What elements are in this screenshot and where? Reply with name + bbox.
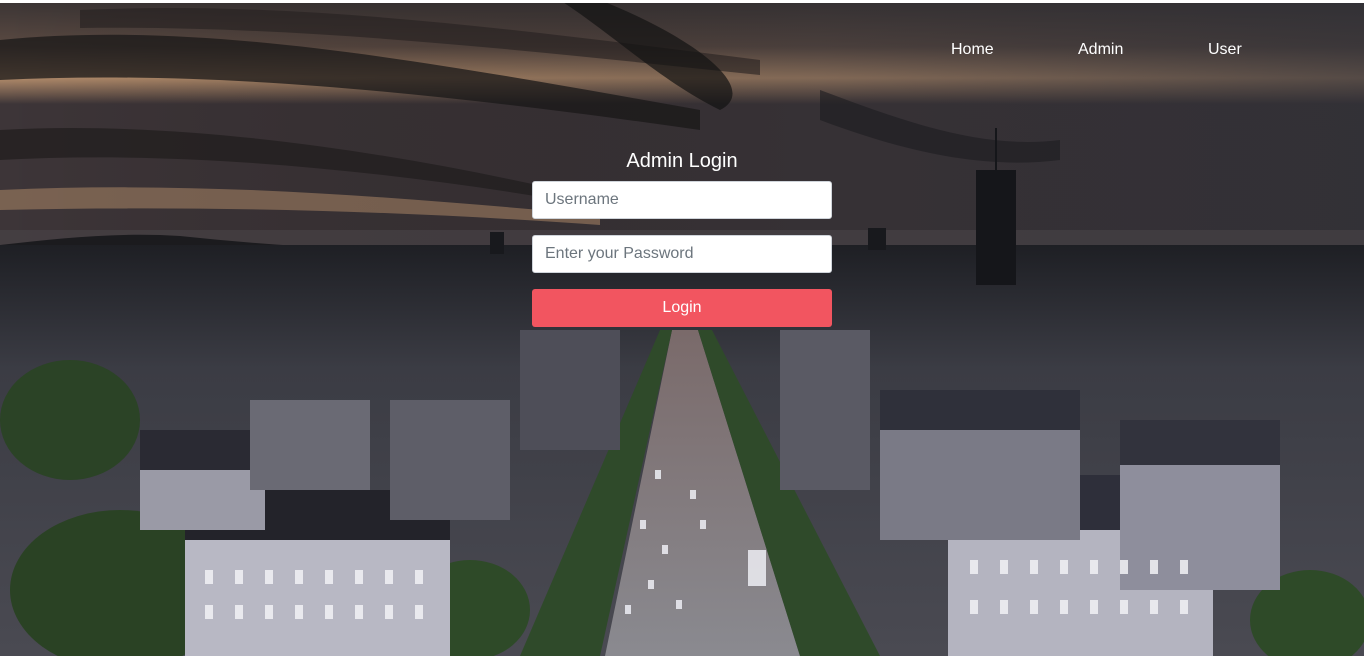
top-border	[0, 0, 1364, 3]
city-background-image	[0, 0, 1364, 656]
username-input[interactable]	[532, 181, 832, 219]
admin-login-form: Admin Login Login	[532, 148, 832, 327]
nav-link-user[interactable]: User	[1208, 40, 1242, 60]
nav-link-admin[interactable]: Admin	[1078, 40, 1123, 60]
nav-link-home[interactable]: Home	[951, 40, 994, 60]
login-page: Home Admin User Admin Login Login	[0, 0, 1364, 656]
top-nav: Home Admin User	[944, 40, 1364, 60]
login-title: Admin Login	[626, 150, 738, 172]
login-button[interactable]: Login	[532, 289, 832, 327]
password-input[interactable]	[532, 235, 832, 273]
